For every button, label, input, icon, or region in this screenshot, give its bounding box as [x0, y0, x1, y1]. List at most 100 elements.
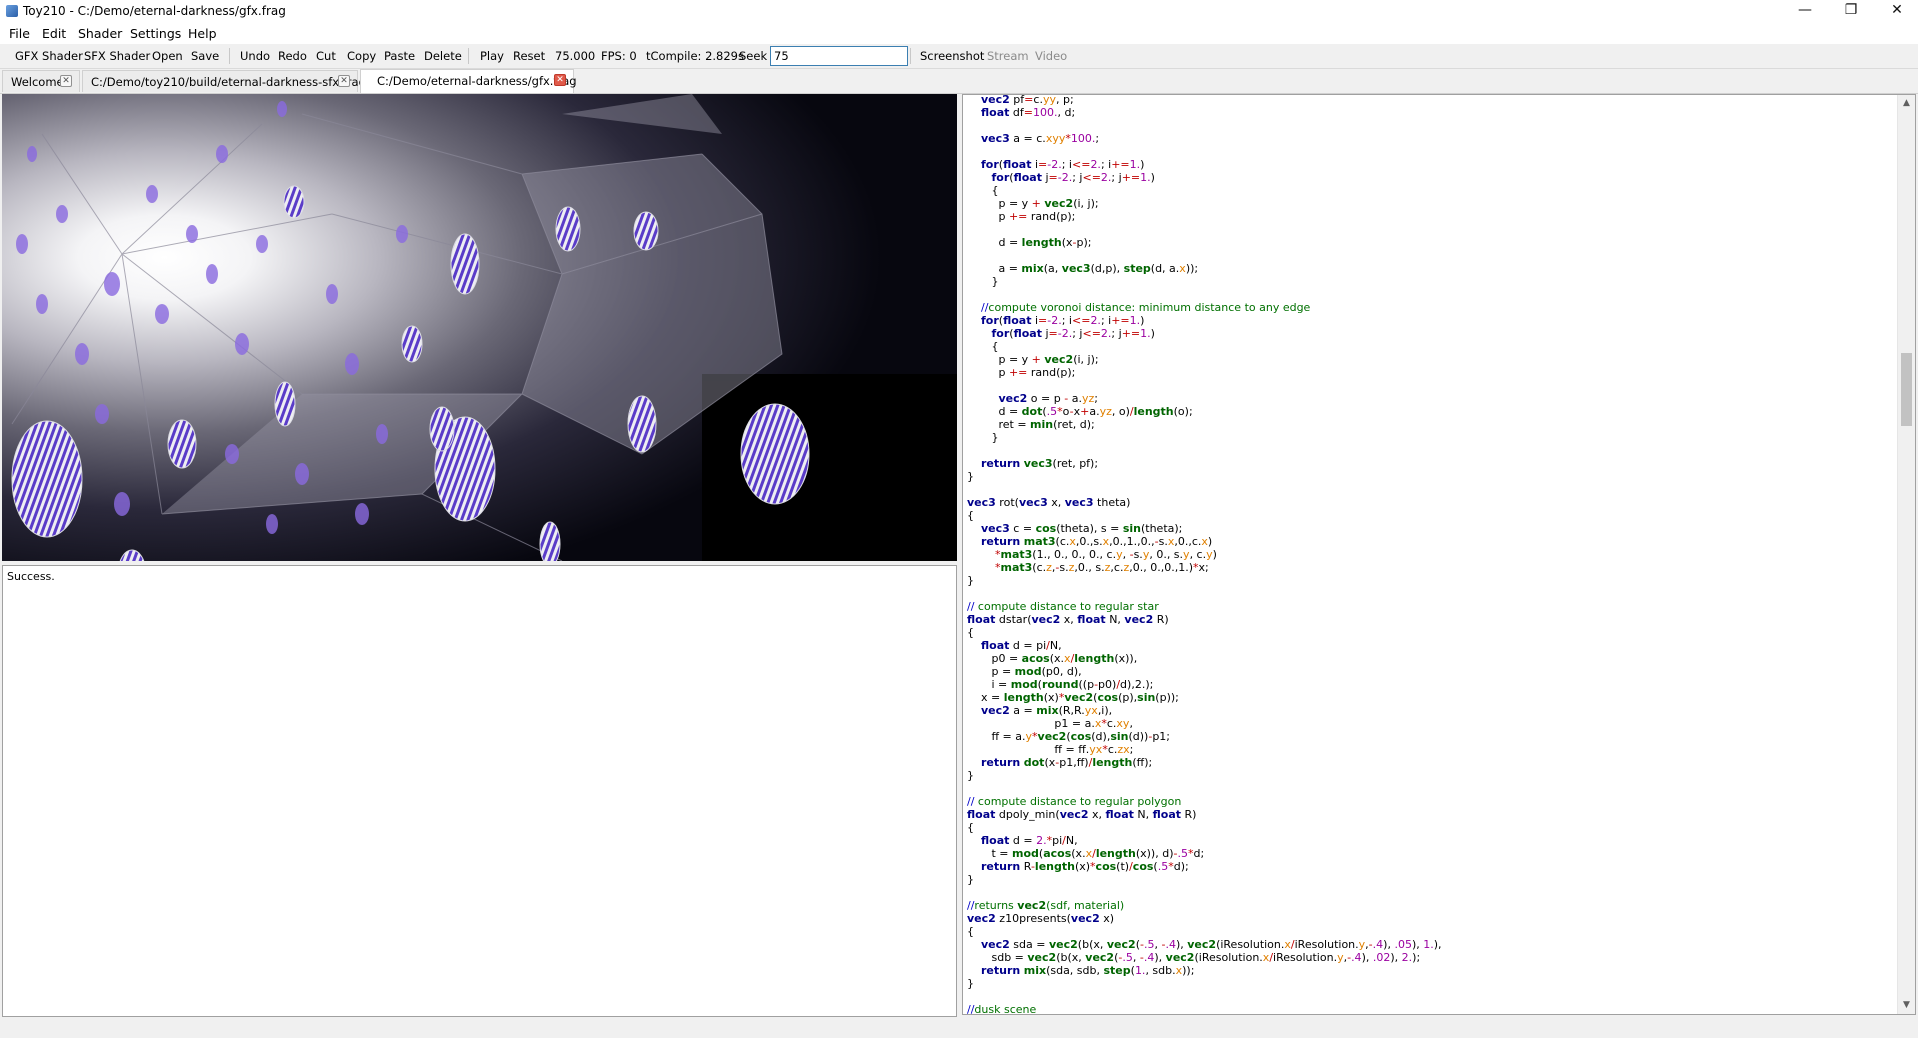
menu-file[interactable]: File — [9, 26, 30, 41]
code-line[interactable]: float df=100., d; — [967, 106, 1897, 119]
code-line[interactable] — [967, 886, 1897, 899]
code-line[interactable]: i = mod(round((p-p0)/d),2.); — [967, 678, 1897, 691]
maximize-button[interactable]: ❐ — [1828, 0, 1874, 22]
tab-gfx-file[interactable]: C:/Demo/eternal-darkness/gfx.frag ✕ — [360, 69, 577, 93]
play-button[interactable]: Play — [480, 49, 504, 63]
code-line[interactable]: d = dot(.5*o-x+a.yz, o)/length(o); — [967, 405, 1897, 418]
code-line[interactable] — [967, 119, 1897, 132]
paste-button[interactable]: Paste — [384, 49, 415, 63]
code-line[interactable]: float d = 2.*pi/N, — [967, 834, 1897, 847]
code-line[interactable]: vec2 z10presents(vec2 x) — [967, 912, 1897, 925]
code-line[interactable]: p0 = acos(x.x/length(x)), — [967, 652, 1897, 665]
code-line[interactable] — [967, 587, 1897, 600]
code-line[interactable] — [967, 782, 1897, 795]
code-line[interactable] — [967, 990, 1897, 1003]
code-line[interactable]: //compute voronoi distance: minimum dist… — [967, 301, 1897, 314]
code-line[interactable]: for(float i=-2.; i<=2.; i+=1.) — [967, 158, 1897, 171]
code-line[interactable]: return mix(sda, sdb, step(1., sdb.x)); — [967, 964, 1897, 977]
code-line[interactable]: p = y + vec2(i, j); — [967, 353, 1897, 366]
code-line[interactable]: return dot(x-p1,ff)/length(ff); — [967, 756, 1897, 769]
code-line[interactable]: p = mod(p0, d), — [967, 665, 1897, 678]
reset-button[interactable]: Reset — [513, 49, 545, 63]
stream-button[interactable]: Stream — [987, 49, 1029, 63]
code-line[interactable]: for(float i=-2.; i<=2.; i+=1.) — [967, 314, 1897, 327]
code-line[interactable]: vec3 c = cos(theta), s = sin(theta); — [967, 522, 1897, 535]
scroll-down-icon[interactable]: ▼ — [1898, 997, 1915, 1014]
code-line[interactable] — [967, 444, 1897, 457]
code-line[interactable]: } — [967, 977, 1897, 990]
code-line[interactable]: vec3 rot(vec3 x, vec3 theta) — [967, 496, 1897, 509]
code-line[interactable]: { — [967, 509, 1897, 522]
redo-button[interactable]: Redo — [278, 49, 307, 63]
code-line[interactable]: // compute distance to regular polygon — [967, 795, 1897, 808]
code-line[interactable] — [967, 145, 1897, 158]
code-line[interactable]: { — [967, 925, 1897, 938]
menu-help[interactable]: Help — [188, 26, 217, 41]
tab-welcome[interactable]: Welcome ✕ — [2, 70, 80, 92]
code-line[interactable]: //dusk scene — [967, 1003, 1897, 1014]
code-line[interactable]: } — [967, 431, 1897, 444]
code-line[interactable]: return vec3(ret, pf); — [967, 457, 1897, 470]
code-line[interactable] — [967, 379, 1897, 392]
code-line[interactable]: for(float j=-2.; j<=2.; j+=1.) — [967, 171, 1897, 184]
code-line[interactable]: ret = min(ret, d); — [967, 418, 1897, 431]
code-line[interactable]: vec2 sda = vec2(b(x, vec2(-.5, -.4), vec… — [967, 938, 1897, 951]
menu-shader[interactable]: Shader — [78, 26, 122, 41]
code-line[interactable] — [967, 249, 1897, 262]
seek-input[interactable] — [770, 46, 908, 66]
code-line[interactable]: float dpoly_min(vec2 x, float N, float R… — [967, 808, 1897, 821]
code-line[interactable]: } — [967, 769, 1897, 782]
code-line[interactable]: vec2 a = mix(R,R.yx,i), — [967, 704, 1897, 717]
code-line[interactable]: return R-length(x)*cos(t)/cos(.5*d); — [967, 860, 1897, 873]
code-line[interactable] — [967, 223, 1897, 236]
code-line[interactable]: vec2 pf=c.yy, p; — [967, 95, 1897, 106]
code-line[interactable] — [967, 483, 1897, 496]
cut-button[interactable]: Cut — [316, 49, 336, 63]
code-line[interactable]: } — [967, 275, 1897, 288]
close-icon[interactable]: ✕ — [338, 75, 350, 87]
video-button[interactable]: Video — [1035, 49, 1067, 63]
log-panel[interactable]: Success. — [2, 565, 957, 1017]
code-line[interactable]: float dstar(vec2 x, float N, vec2 R) — [967, 613, 1897, 626]
code-line[interactable]: t = mod(acos(x.x/length(x)), d)-.5*d; — [967, 847, 1897, 860]
editor-scrollbar[interactable]: ▲ ▼ — [1897, 95, 1915, 1014]
undo-button[interactable]: Undo — [240, 49, 270, 63]
code-line[interactable]: vec3 a = c.xyy*100.; — [967, 132, 1897, 145]
screenshot-button[interactable]: Screenshot — [920, 49, 984, 63]
close-icon[interactable]: ✕ — [60, 75, 72, 87]
shader-viewport[interactable] — [2, 94, 957, 561]
code-line[interactable]: } — [967, 574, 1897, 587]
menu-settings[interactable]: Settings — [130, 26, 181, 41]
minimize-button[interactable]: — — [1782, 0, 1828, 22]
copy-button[interactable]: Copy — [347, 49, 376, 63]
code-line[interactable] — [967, 288, 1897, 301]
code-line[interactable]: vec2 o = p - a.yz; — [967, 392, 1897, 405]
close-button[interactable]: ✕ — [1874, 0, 1918, 22]
code-line[interactable]: p = y + vec2(i, j); — [967, 197, 1897, 210]
code-line[interactable]: ff = ff.yx*c.zx; — [967, 743, 1897, 756]
close-icon[interactable]: ✕ — [554, 74, 566, 86]
code-line[interactable]: p += rand(p); — [967, 366, 1897, 379]
code-line[interactable]: a = mix(a, vec3(d,p), step(d, a.x)); — [967, 262, 1897, 275]
delete-button[interactable]: Delete — [424, 49, 462, 63]
menu-edit[interactable]: Edit — [42, 26, 66, 41]
code-line[interactable]: for(float j=-2.; j<=2.; j+=1.) — [967, 327, 1897, 340]
code-line[interactable]: p1 = a.x*c.xy, — [967, 717, 1897, 730]
code-line[interactable]: p += rand(p); — [967, 210, 1897, 223]
gfx-shader-button[interactable]: GFX Shader — [15, 49, 83, 63]
sfx-shader-button[interactable]: SFX Shader — [84, 49, 150, 63]
code-line[interactable]: // compute distance to regular star — [967, 600, 1897, 613]
code-line[interactable]: return mat3(c.x,0.,s.x,0.,1.,0.,-s.x,0.,… — [967, 535, 1897, 548]
code-text[interactable]: vec2 pf=c.yy, p; float df=100., d; vec3 … — [967, 95, 1897, 1014]
code-editor[interactable]: vec2 pf=c.yy, p; float df=100., d; vec3 … — [962, 94, 1916, 1015]
code-line[interactable]: { — [967, 184, 1897, 197]
open-button[interactable]: Open — [152, 49, 183, 63]
code-line[interactable]: } — [967, 470, 1897, 483]
code-line[interactable]: //returns vec2(sdf, material) — [967, 899, 1897, 912]
code-line[interactable]: *mat3(1., 0., 0., 0., c.y, -s.y, 0., s.y… — [967, 548, 1897, 561]
code-line[interactable]: x = length(x)*vec2(cos(p),sin(p)); — [967, 691, 1897, 704]
tab-sfx-file[interactable]: C:/Demo/toy210/build/eternal-darkness-sf… — [82, 70, 366, 92]
scroll-thumb[interactable] — [1901, 353, 1912, 426]
code-line[interactable]: ff = a.y*vec2(cos(d),sin(d))-p1; — [967, 730, 1897, 743]
code-line[interactable]: { — [967, 626, 1897, 639]
